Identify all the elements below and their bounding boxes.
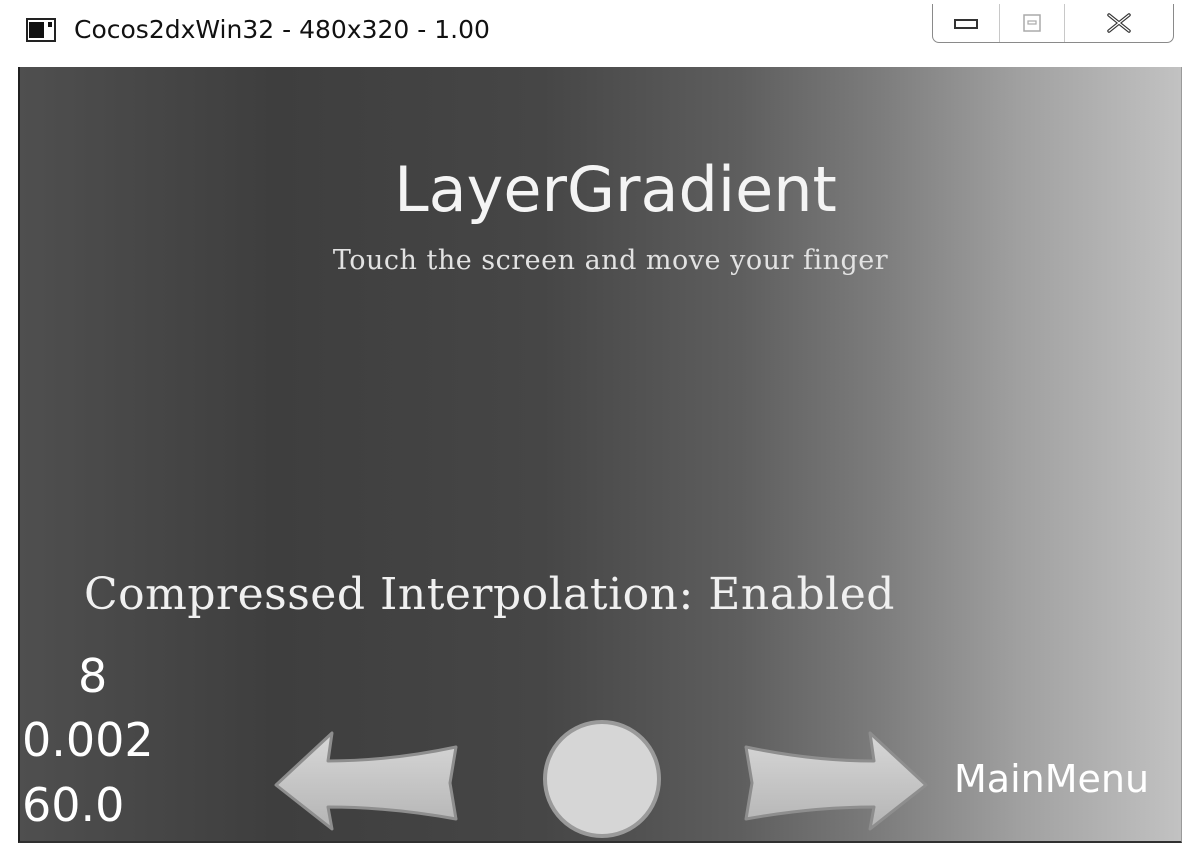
- seconds-per-frame-stat: 0.002: [22, 713, 154, 767]
- window-title: Cocos2dxWin32 - 480x320 - 1.00: [74, 15, 490, 44]
- maximize-button[interactable]: [1000, 4, 1065, 42]
- next-arrow-button[interactable]: [742, 727, 932, 831]
- back-arrow-button[interactable]: [270, 727, 460, 831]
- fps-stat: 60.0: [22, 778, 125, 832]
- gradient-layer-canvas[interactable]: LayerGradient Touch the screen and move …: [18, 67, 1182, 843]
- minimize-button[interactable]: [933, 4, 1000, 42]
- close-icon: [1107, 13, 1131, 33]
- close-button[interactable]: [1065, 4, 1173, 42]
- restart-icon: [543, 720, 661, 838]
- scene-title: LayerGradient: [394, 153, 837, 226]
- window-title-bar[interactable]: Cocos2dxWin32 - 480x320 - 1.00: [0, 0, 1200, 64]
- minimize-icon: [954, 19, 978, 29]
- restart-button[interactable]: [540, 717, 664, 841]
- next-arrow-icon: [744, 731, 928, 831]
- scene-subtitle: Touch the screen and move your finger: [332, 245, 889, 276]
- main-menu-button[interactable]: MainMenu: [954, 757, 1149, 801]
- maximize-icon: [1023, 14, 1041, 32]
- back-arrow-icon: [274, 731, 458, 831]
- window-controls: [932, 4, 1174, 43]
- interpolation-status-label: Compressed Interpolation: Enabled: [84, 569, 895, 620]
- app-window-icon: [26, 18, 56, 42]
- draw-calls-stat: 8: [78, 649, 108, 703]
